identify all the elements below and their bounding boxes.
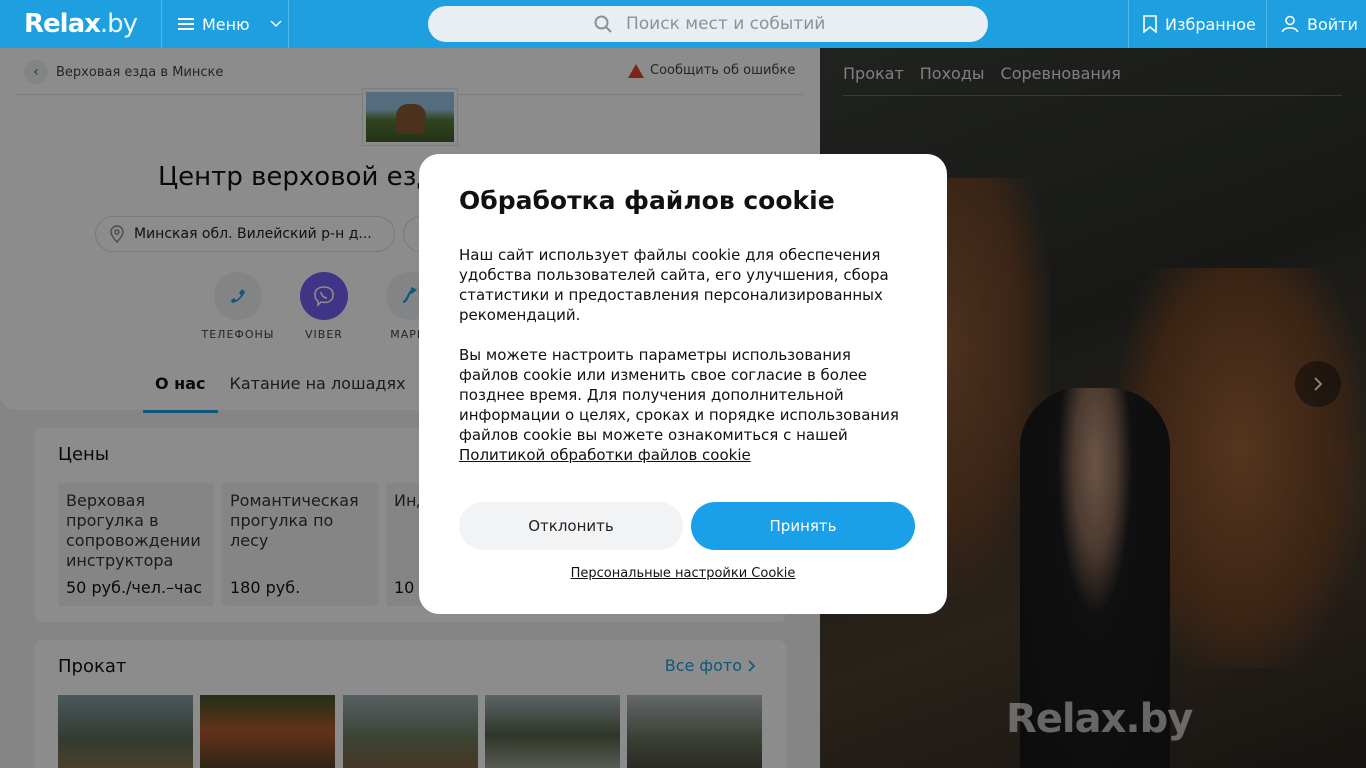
top-bar: Relax .by Меню Поиск мест и событий Избра… — [0, 0, 1366, 48]
bookmark-icon — [1143, 15, 1157, 33]
cookie-dialog: Обработка файлов cookie Наш сайт использ… — [419, 154, 947, 614]
menu-button[interactable]: Меню — [162, 0, 289, 48]
hamburger-icon — [178, 18, 194, 30]
personal-settings-link[interactable]: Персональные настройки Cookie — [419, 566, 947, 581]
cookie-policy-link[interactable]: Политикой обработки файлов cookie — [459, 446, 751, 464]
dialog-title: Обработка файлов cookie — [459, 186, 835, 215]
cookie-text: Наш сайт использует файлы cookie для обе… — [459, 246, 889, 324]
cookie-text: Вы можете настроить параметры использова… — [459, 346, 899, 464]
chevron-down-icon — [270, 20, 282, 28]
site-logo[interactable]: Relax .by — [0, 0, 162, 48]
dialog-buttons: Отклонить Принять — [459, 502, 915, 550]
decline-button[interactable]: Отклонить — [459, 502, 683, 550]
search-input[interactable]: Поиск мест и событий — [428, 6, 988, 42]
login-button[interactable]: Войти — [1266, 0, 1366, 48]
accept-button[interactable]: Принять — [691, 502, 915, 550]
favorites-button[interactable]: Избранное — [1128, 0, 1266, 48]
user-icon — [1281, 15, 1299, 33]
search-icon — [594, 15, 612, 33]
